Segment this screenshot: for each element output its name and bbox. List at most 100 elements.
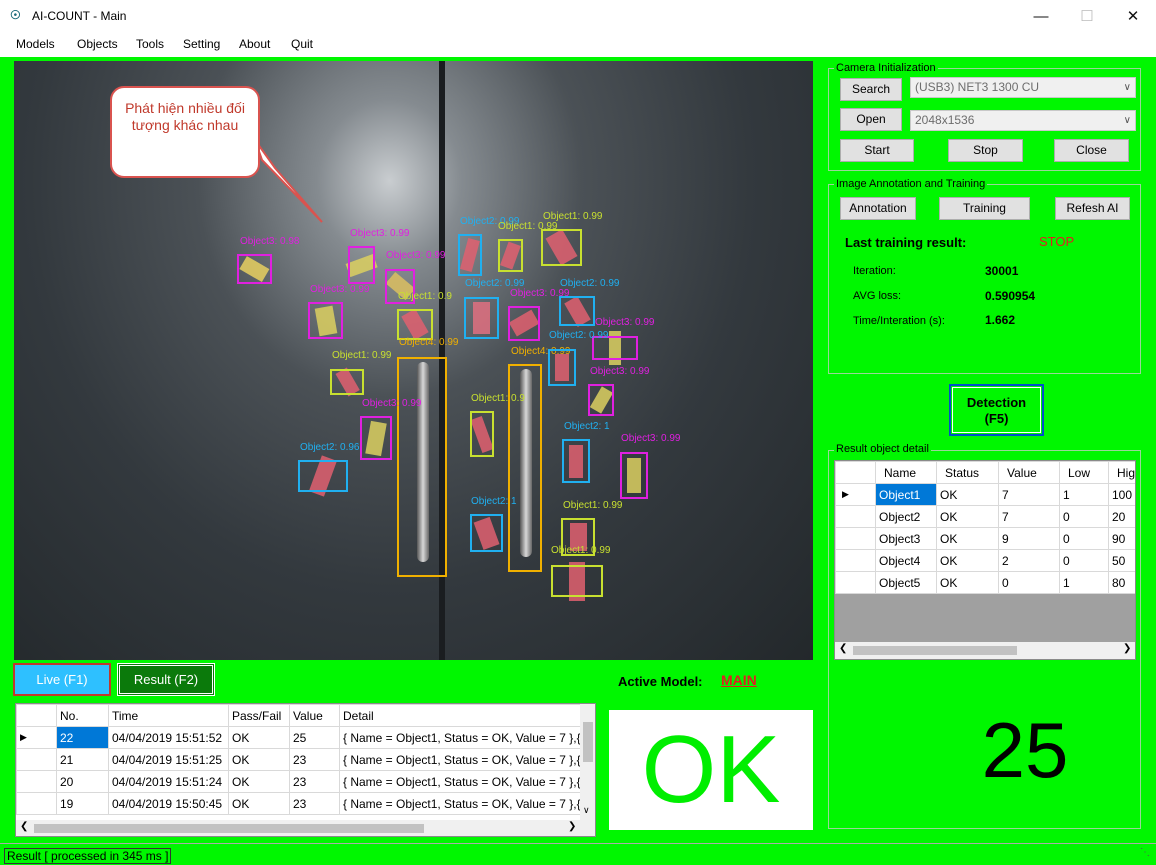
cell-pf[interactable]: OK	[228, 748, 290, 771]
col-header-passfail[interactable]: Pass/Fail	[228, 704, 290, 727]
table-row[interactable]: Object2 OK 7 0 20	[835, 505, 1135, 528]
maximize-button[interactable]: ☐	[1064, 0, 1110, 33]
start-button[interactable]: Start	[840, 139, 914, 162]
cell-value[interactable]: 25	[289, 726, 340, 749]
table-row[interactable]: ▶ 22 04/04/2019 15:51:52 OK 25 { Name = …	[16, 726, 582, 749]
cell-no[interactable]: 20	[56, 770, 109, 793]
stop-button[interactable]: Stop	[948, 139, 1023, 162]
col-header-no[interactable]: No.	[56, 704, 109, 727]
detail-hscrollbar[interactable]: ❮ ❯	[835, 642, 1135, 659]
table-row[interactable]: 20 04/04/2019 15:51:24 OK 23 { Name = Ob…	[16, 770, 582, 793]
col-header-name[interactable]: Name	[875, 461, 937, 484]
cell-status[interactable]: OK	[936, 505, 999, 528]
col-header-status[interactable]: Status	[936, 461, 999, 484]
menu-quit[interactable]: Quit	[291, 37, 313, 51]
table-row[interactable]: Object4 OK 2 0 50	[835, 549, 1135, 572]
cell-detail[interactable]: { Name = Object1, Status = OK, Value = 7…	[339, 748, 582, 771]
annotation-button[interactable]: Annotation	[840, 197, 916, 220]
menu-about[interactable]: About	[239, 37, 270, 51]
tab-result[interactable]: Result (F2)	[117, 663, 215, 696]
scroll-left-icon[interactable]: ❮	[839, 643, 847, 654]
cell-no[interactable]: 22	[56, 726, 109, 749]
cell-value[interactable]: 0	[998, 571, 1060, 594]
cell-name[interactable]: Object4	[875, 549, 937, 572]
table-row[interactable]: 19 04/04/2019 15:50:45 OK 23 { Name = Ob…	[16, 792, 582, 815]
cell-high[interactable]: 80	[1108, 571, 1135, 594]
scroll-right-icon[interactable]: ❯	[1123, 643, 1131, 654]
refresh-ai-button[interactable]: Refesh AI	[1055, 197, 1130, 220]
menu-tools[interactable]: Tools	[136, 37, 164, 51]
cell-value[interactable]: 7	[998, 483, 1060, 506]
history-vscrollbar[interactable]: ∨	[580, 704, 595, 820]
cell-value[interactable]: 9	[998, 527, 1060, 550]
cell-high[interactable]: 90	[1108, 527, 1135, 550]
cell-low[interactable]: 0	[1059, 527, 1109, 550]
vscroll-thumb[interactable]	[583, 722, 593, 762]
cell-value[interactable]: 2	[998, 549, 1060, 572]
camera-select[interactable]: (USB3) NET3 1300 CU ∨	[910, 77, 1136, 98]
history-grid[interactable]: No. Time Pass/Fail Value Detail ▶ 22 04/…	[15, 703, 596, 837]
menu-objects[interactable]: Objects	[77, 37, 118, 51]
cell-detail[interactable]: { Name = Object1, Status = OK, Value = 7…	[339, 770, 582, 793]
cell-low[interactable]: 0	[1059, 505, 1109, 528]
table-row[interactable]: Object5 OK 0 1 80	[835, 571, 1135, 594]
detection-button[interactable]: Detection (F5)	[949, 384, 1044, 436]
scroll-down-icon[interactable]: ∨	[583, 805, 590, 816]
cell-time[interactable]: 04/04/2019 15:51:24	[108, 770, 229, 793]
training-button[interactable]: Training	[939, 197, 1030, 220]
search-button[interactable]: Search	[840, 78, 902, 101]
cell-high[interactable]: 20	[1108, 505, 1135, 528]
menu-setting[interactable]: Setting	[183, 37, 220, 51]
col-header-low[interactable]: Low	[1059, 461, 1109, 484]
cell-pf[interactable]: OK	[228, 726, 290, 749]
active-model-value[interactable]: MAIN	[721, 672, 757, 688]
cell-time[interactable]: 04/04/2019 15:51:52	[108, 726, 229, 749]
cell-low[interactable]: 1	[1059, 483, 1109, 506]
resolution-select[interactable]: 2048x1536 ∨	[910, 110, 1136, 131]
cell-name[interactable]: Object1	[875, 483, 937, 506]
table-row[interactable]: ▶ Object1 OK 7 1 100	[835, 483, 1135, 506]
cell-status[interactable]: OK	[936, 571, 999, 594]
cell-time[interactable]: 04/04/2019 15:51:25	[108, 748, 229, 771]
cell-value[interactable]: 7	[998, 505, 1060, 528]
result-detail-grid[interactable]: Name Status Value Low High ▶ Object1 OK …	[834, 460, 1136, 660]
cell-value[interactable]: 23	[289, 770, 340, 793]
cell-detail[interactable]: { Name = Object1, Status = OK, Value = 7…	[339, 792, 582, 815]
tab-live[interactable]: Live (F1)	[13, 663, 111, 696]
cell-status[interactable]: OK	[936, 549, 999, 572]
cell-value[interactable]: 23	[289, 748, 340, 771]
cell-name[interactable]: Object2	[875, 505, 937, 528]
cell-name[interactable]: Object5	[875, 571, 937, 594]
cell-value[interactable]: 23	[289, 792, 340, 815]
cell-high[interactable]: 100	[1108, 483, 1135, 506]
scroll-left-icon[interactable]: ❮	[20, 821, 28, 832]
scroll-right-icon[interactable]: ❯	[568, 821, 576, 832]
col-header-value[interactable]: Value	[998, 461, 1060, 484]
cell-name[interactable]: Object3	[875, 527, 937, 550]
col-header-detail[interactable]: Detail	[339, 704, 582, 727]
hscroll-thumb[interactable]	[853, 646, 1017, 655]
hscroll-thumb[interactable]	[34, 824, 424, 833]
cell-pf[interactable]: OK	[228, 792, 290, 815]
col-header-time[interactable]: Time	[108, 704, 229, 727]
open-button[interactable]: Open	[840, 108, 902, 131]
minimize-button[interactable]: —	[1018, 0, 1064, 33]
cell-no[interactable]: 21	[56, 748, 109, 771]
cell-status[interactable]: OK	[936, 527, 999, 550]
cell-detail[interactable]: { Name = Object1, Status = OK, Value = 7…	[339, 726, 582, 749]
col-header-high[interactable]: High	[1108, 461, 1135, 484]
close-button[interactable]: Close	[1054, 139, 1129, 162]
history-hscrollbar[interactable]: ❮ ❯	[16, 820, 595, 836]
table-row[interactable]: Object3 OK 9 0 90	[835, 527, 1135, 550]
cell-low[interactable]: 1	[1059, 571, 1109, 594]
cell-no[interactable]: 19	[56, 792, 109, 815]
menu-models[interactable]: Models	[16, 37, 55, 51]
cell-time[interactable]: 04/04/2019 15:50:45	[108, 792, 229, 815]
col-header-value[interactable]: Value	[289, 704, 340, 727]
cell-pf[interactable]: OK	[228, 770, 290, 793]
close-window-button[interactable]: ✕	[1110, 0, 1156, 33]
cell-low[interactable]: 0	[1059, 549, 1109, 572]
table-row[interactable]: 21 04/04/2019 15:51:25 OK 23 { Name = Ob…	[16, 748, 582, 771]
cell-high[interactable]: 50	[1108, 549, 1135, 572]
resize-grip-icon[interactable]: ⋱	[1140, 847, 1150, 858]
